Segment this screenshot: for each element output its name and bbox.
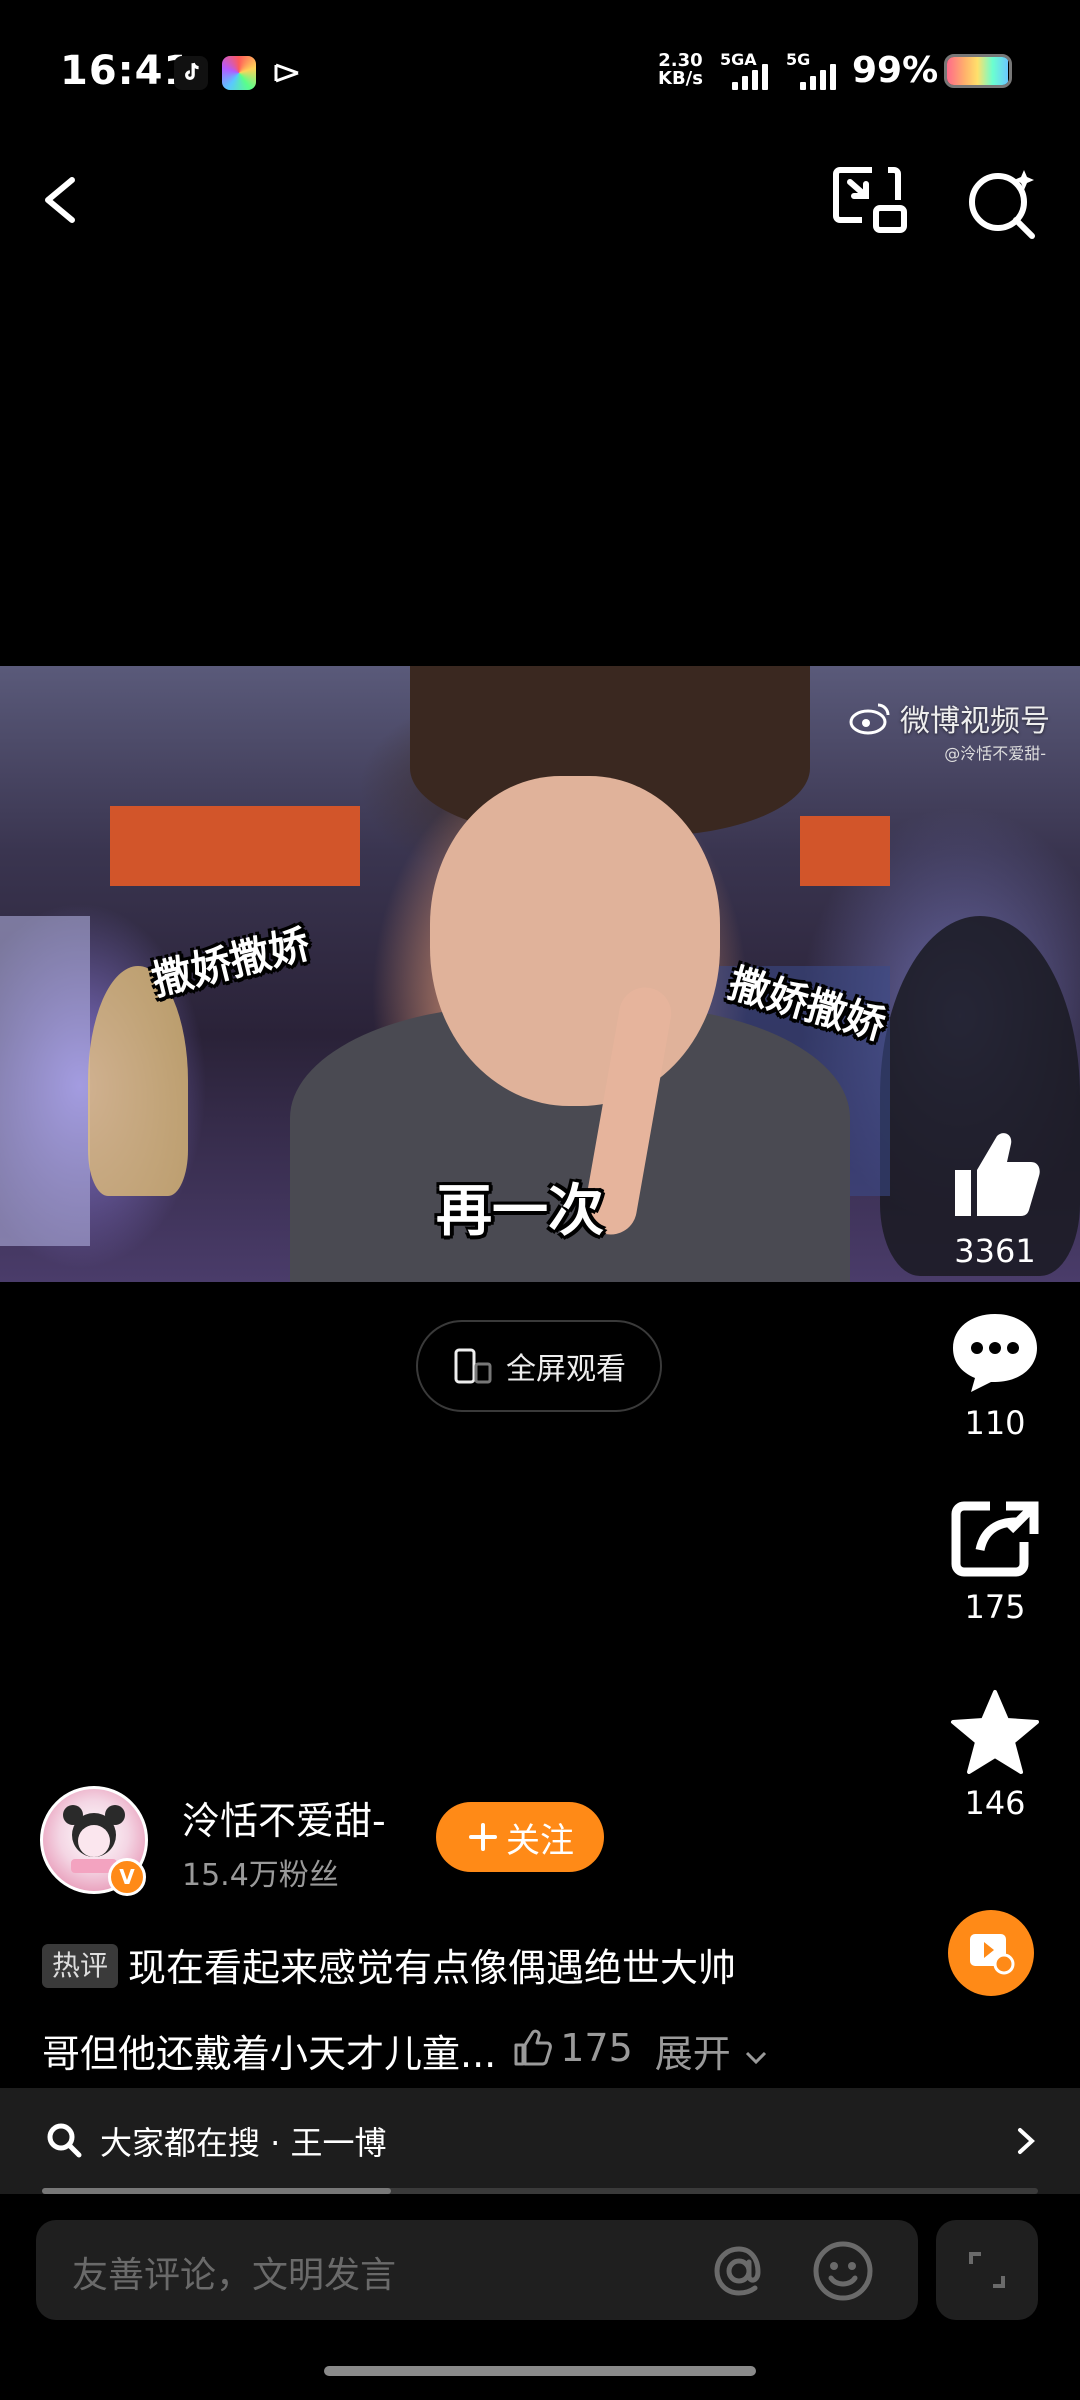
- weibo-watermark-handle: @泠恬不爱甜-: [944, 744, 1046, 763]
- comment-icon: [953, 1314, 1037, 1392]
- video-subject-face: [430, 776, 720, 1106]
- battery-icon: [944, 54, 1012, 88]
- video-player[interactable]: 微博视频号 @泠恬不爱甜- 撒娇撒娇 撒娇撒娇 再一次: [0, 666, 1080, 1282]
- hot-comment[interactable]: 热评 现在看起来感觉有点像偶遇绝世大帅 哥但他还戴着小天才儿童... 175 展开: [42, 1928, 922, 2094]
- video-bg-sign: [800, 816, 890, 886]
- favorite-button[interactable]: 146: [935, 1688, 1055, 1822]
- hot-comment-like-count: 175: [560, 2026, 633, 2070]
- emoji-button[interactable]: [810, 2238, 876, 2308]
- like-count: 3361: [954, 1232, 1036, 1270]
- plus-icon: [469, 1823, 497, 1851]
- video-progress-bar[interactable]: [42, 2188, 1038, 2194]
- trending-search-text: 大家都在搜 · 王一博: [100, 2124, 387, 2162]
- smiley-icon: [813, 2241, 873, 2301]
- chevron-down-icon: [745, 2051, 766, 2065]
- battery-percent: 99%: [852, 50, 939, 91]
- thumbs-up-icon: [955, 1133, 1040, 1216]
- weibo-icon: [849, 703, 890, 735]
- status-time: 16:41: [60, 48, 193, 94]
- picture-in-picture-icon: [833, 167, 907, 233]
- share-icon: [951, 1501, 1039, 1577]
- follow-label: 关注: [506, 1820, 574, 1861]
- like-button[interactable]: 3361: [935, 1126, 1055, 1270]
- fullscreen-button[interactable]: 全屏观看: [416, 1320, 662, 1412]
- search-icon: [969, 170, 1035, 239]
- video-bg-machine: [0, 916, 90, 1246]
- search-button[interactable]: [962, 162, 1044, 244]
- video-bg-sign: [110, 806, 360, 886]
- share-count: 175: [964, 1588, 1026, 1626]
- home-indicator[interactable]: [324, 2366, 756, 2376]
- author-fans: 15.4万粉丝: [182, 1858, 339, 1893]
- comment-button[interactable]: 110: [935, 1310, 1055, 1442]
- thumbs-up-outline-icon: [514, 2029, 553, 2066]
- video-play-icon: [970, 1934, 1015, 1975]
- rotate-phone-icon: [454, 1348, 492, 1384]
- author-name[interactable]: 泠恬不爱甜-: [182, 1790, 386, 1845]
- chevron-right-icon: [1012, 2124, 1040, 2162]
- network-speed: 2.30 KB/s: [658, 50, 703, 89]
- comment-placeholder: 友善评论，文明发言: [72, 2255, 397, 2296]
- verified-badge-icon: V: [108, 1858, 146, 1896]
- hot-comment-line1: 现在看起来感觉有点像偶遇绝世大帅: [128, 1946, 737, 1990]
- fullscreen-label: 全屏观看: [506, 1352, 626, 1387]
- star-icon: [951, 1690, 1039, 1774]
- hot-comment-tag: 热评: [42, 1944, 119, 1988]
- favorite-count: 146: [964, 1784, 1026, 1822]
- video-sticker-center: 再一次: [436, 1179, 604, 1244]
- expand-button[interactable]: 展开: [655, 2032, 769, 2076]
- related-video-button[interactable]: [948, 1910, 1034, 1996]
- chevron-left-icon: [45, 177, 75, 223]
- expand-icon: [969, 2252, 1005, 2288]
- search-icon: [44, 2120, 84, 2164]
- photos-icon: [222, 56, 256, 90]
- expand-input-button[interactable]: [936, 2220, 1038, 2320]
- picture-in-picture-button[interactable]: [832, 164, 912, 236]
- hot-comment-line2: 哥但他还戴着小天才儿童...: [42, 2032, 497, 2076]
- follow-button[interactable]: 关注: [436, 1802, 604, 1872]
- video-sticker-left: 撒娇撒娇: [147, 921, 315, 1005]
- weibo-watermark: 微博视频号: [848, 696, 1050, 740]
- sim2-signal-icon: [800, 60, 836, 90]
- capcut-icon: [270, 56, 304, 90]
- share-button[interactable]: 175: [935, 1498, 1055, 1626]
- video-progress-fill: [42, 2188, 391, 2194]
- sim1-signal-icon: [732, 60, 768, 90]
- hot-comment-like[interactable]: 175: [512, 2008, 633, 2088]
- comment-count: 110: [964, 1404, 1026, 1442]
- mention-button[interactable]: [706, 2238, 772, 2308]
- at-icon: [714, 2246, 761, 2296]
- back-button[interactable]: [30, 160, 90, 240]
- tiktok-icon: [174, 56, 208, 90]
